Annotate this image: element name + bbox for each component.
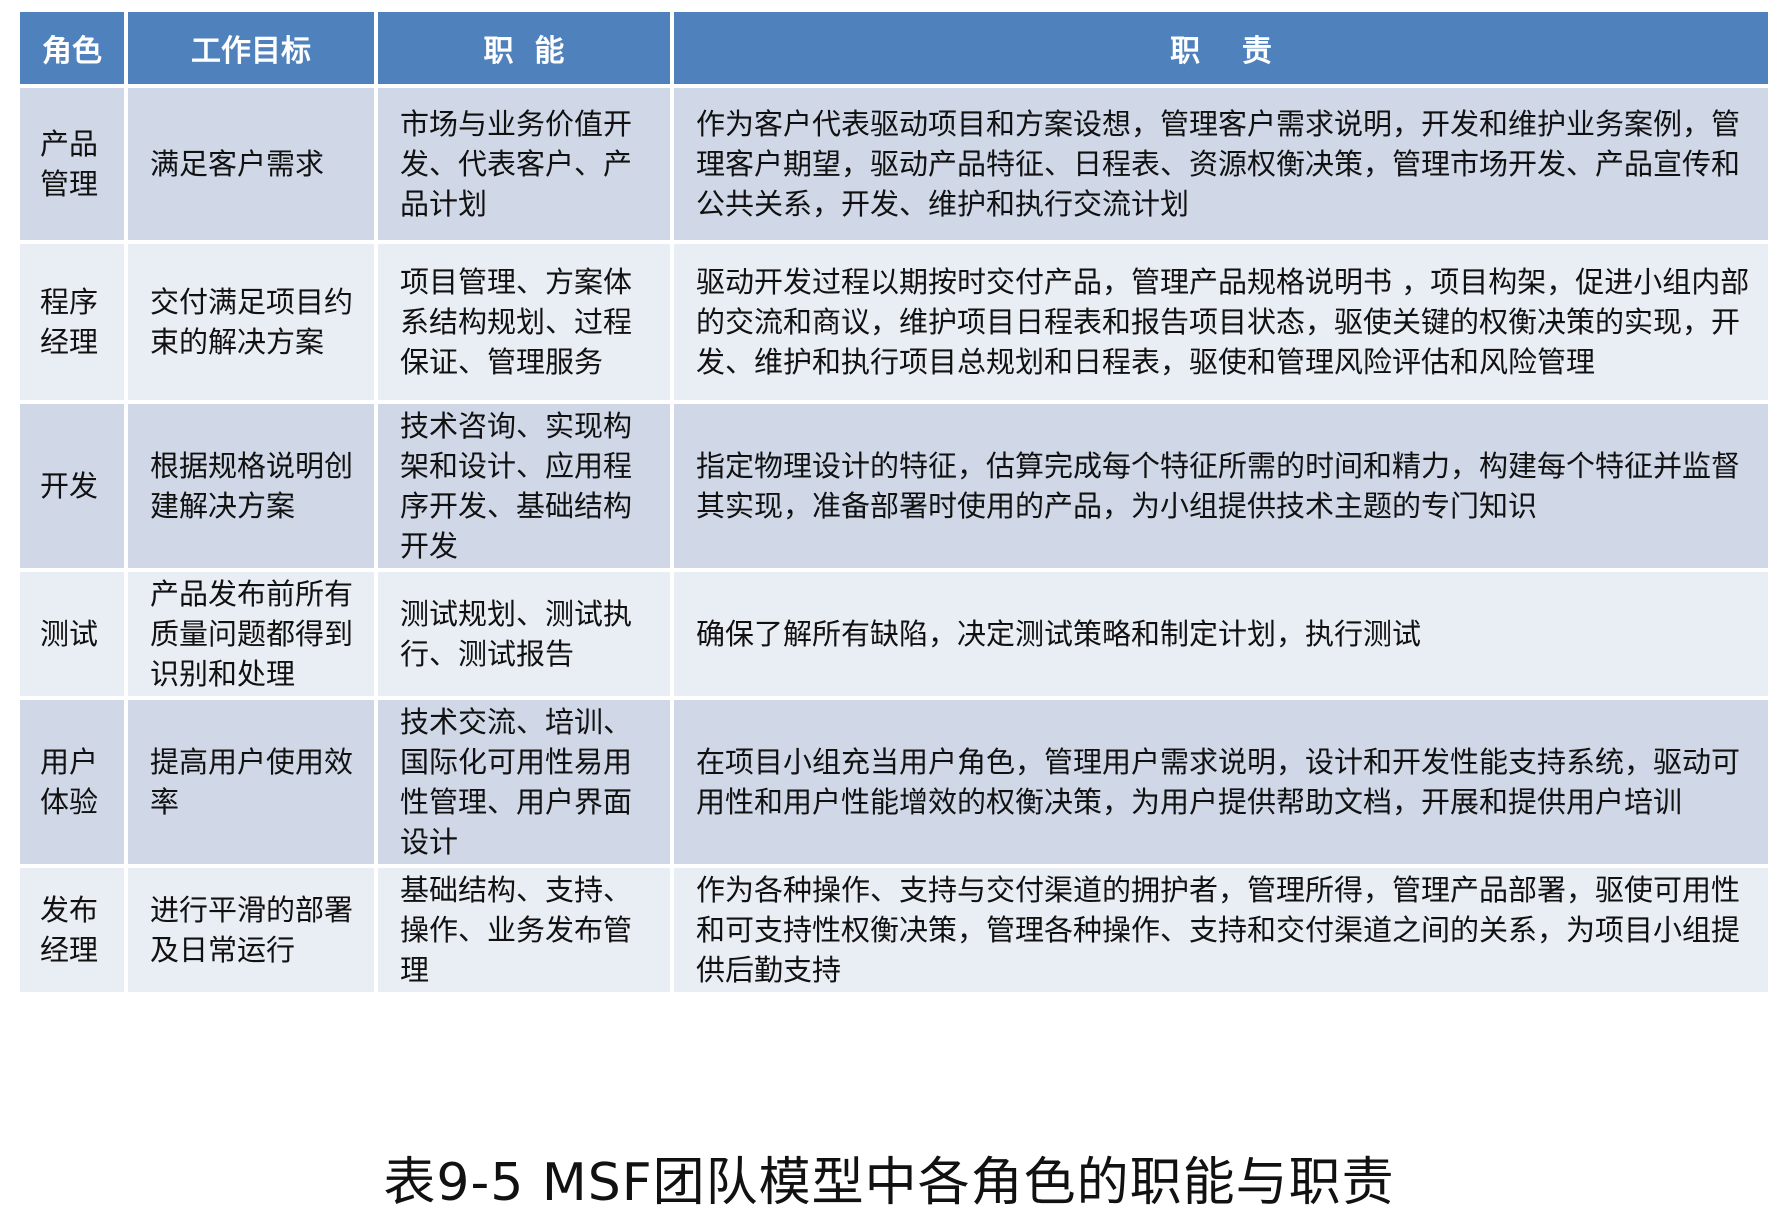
function-cell: 市场与业务价值开发、代表客户、产品计划 [378,88,670,240]
goal-cell: 提高用户使用效率 [128,700,374,864]
role-cell: 发布 经理 [20,868,124,992]
table-header-row: 角色 工作目标 职 能 职 责 [20,12,1768,84]
table-caption: 表9-5 MSF团队模型中各角色的职能与职责 [383,1153,1395,1213]
header-duty: 职 责 [674,12,1768,84]
role-cell: 开发 [20,404,124,568]
duty-cell: 作为客户代表驱动项目和方案设想，管理客户需求说明，开发和维护业务案例，管理客户期… [674,88,1768,240]
table-row: 产品 管理 满足客户需求 市场与业务价值开发、代表客户、产品计划 作为客户代表驱… [20,88,1768,240]
header-function: 职 能 [378,12,670,84]
function-cell: 技术咨询、实现构架和设计、应用程序开发、基础结构开发 [378,404,670,568]
table-row: 测试 产品发布前所有质量问题都得到识别和处理 测试规划、测试执行、测试报告 确保… [20,572,1768,696]
table-row: 开发 根据规格说明创建解决方案 技术咨询、实现构架和设计、应用程序开发、基础结构… [20,404,1768,568]
msf-roles-table-wrapper: 角色 工作目标 职 能 职 责 产品 管理 满足客户需求 市场与业务价值开发、代… [20,12,1768,996]
function-cell: 项目管理、方案体系结构规划、过程保证、管理服务 [378,244,670,400]
duty-cell: 指定物理设计的特征，估算完成每个特征所需的时间和精力，构建每个特征并监督其实现，… [674,404,1768,568]
role-cell: 程序 经理 [20,244,124,400]
table-row: 用户 体验 提高用户使用效率 技术交流、培训、国际化可用性易用性管理、用户界面设… [20,700,1768,864]
duty-cell: 驱动开发过程以期按时交付产品，管理产品规格说明书 ，项目构架，促进小组内部的交流… [674,244,1768,400]
role-cell: 产品 管理 [20,88,124,240]
goal-cell: 满足客户需求 [128,88,374,240]
msf-roles-table: 角色 工作目标 职 能 职 责 产品 管理 满足客户需求 市场与业务价值开发、代… [16,8,1772,996]
table-row: 程序 经理 交付满足项目约束的解决方案 项目管理、方案体系结构规划、过程保证、管… [20,244,1768,400]
duty-cell: 在项目小组充当用户角色，管理用户需求说明，设计和开发性能支持系统，驱动可用性和用… [674,700,1768,864]
goal-cell: 交付满足项目约束的解决方案 [128,244,374,400]
duty-cell: 作为各种操作、支持与交付渠道的拥护者，管理所得，管理产品部署，驱使可用性和可支持… [674,868,1768,992]
table-row: 发布 经理 进行平滑的部署及日常运行 基础结构、支持、操作、业务发布管理 作为各… [20,868,1768,992]
role-cell: 用户 体验 [20,700,124,864]
header-goal: 工作目标 [128,12,374,84]
goal-cell: 进行平滑的部署及日常运行 [128,868,374,992]
duty-cell: 确保了解所有缺陷，决定测试策略和制定计划，执行测试 [674,572,1768,696]
function-cell: 测试规划、测试执行、测试报告 [378,572,670,696]
goal-cell: 产品发布前所有质量问题都得到识别和处理 [128,572,374,696]
goal-cell: 根据规格说明创建解决方案 [128,404,374,568]
header-role: 角色 [20,12,124,84]
role-cell: 测试 [20,572,124,696]
function-cell: 基础结构、支持、操作、业务发布管理 [378,868,670,992]
function-cell: 技术交流、培训、国际化可用性易用性管理、用户界面设计 [378,700,670,864]
